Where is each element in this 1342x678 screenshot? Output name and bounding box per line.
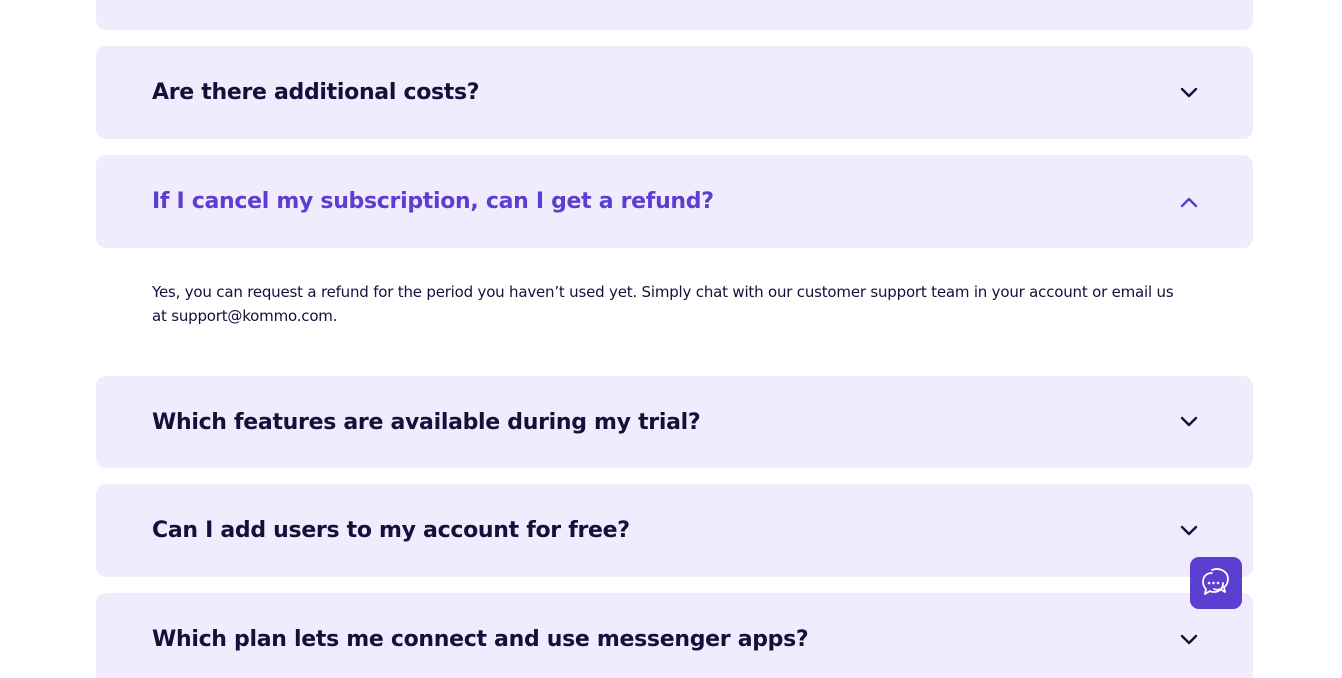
faq-question: If I cancel my subscription, can I get a… <box>152 189 714 214</box>
faq-question: Can I add users to my account for free? <box>152 518 630 543</box>
faq-question: Are there additional costs? <box>152 80 480 105</box>
faq-answer: Yes, you can request a refund for the pe… <box>152 283 1174 325</box>
faq-page: Are there additional costs? If I cancel … <box>0 0 1342 678</box>
faq-item-additional-costs[interactable]: Are there additional costs? <box>96 46 1253 139</box>
chat-bubbles-icon <box>1199 565 1233 601</box>
chat-button[interactable] <box>1190 557 1242 609</box>
chevron-down-icon[interactable] <box>1179 83 1199 103</box>
faq-item-partial[interactable] <box>96 0 1253 30</box>
faq-question: Which features are available during my t… <box>152 409 701 435</box>
chevron-down-icon[interactable] <box>1179 521 1199 541</box>
faq-item-refund[interactable]: If I cancel my subscription, can I get a… <box>96 155 1253 248</box>
faq-item-add-users[interactable]: Can I add users to my account for free? <box>96 484 1253 577</box>
faq-question: Which plan lets me connect and use messe… <box>152 627 809 652</box>
faq-item-messenger-apps[interactable]: Which plan lets me connect and use messe… <box>96 593 1253 678</box>
chevron-up-icon[interactable] <box>1179 192 1199 212</box>
faq-item-trial-features[interactable]: Which features are available during my t… <box>96 376 1253 468</box>
chevron-down-icon[interactable] <box>1179 412 1199 432</box>
chevron-down-icon[interactable] <box>1179 630 1199 650</box>
